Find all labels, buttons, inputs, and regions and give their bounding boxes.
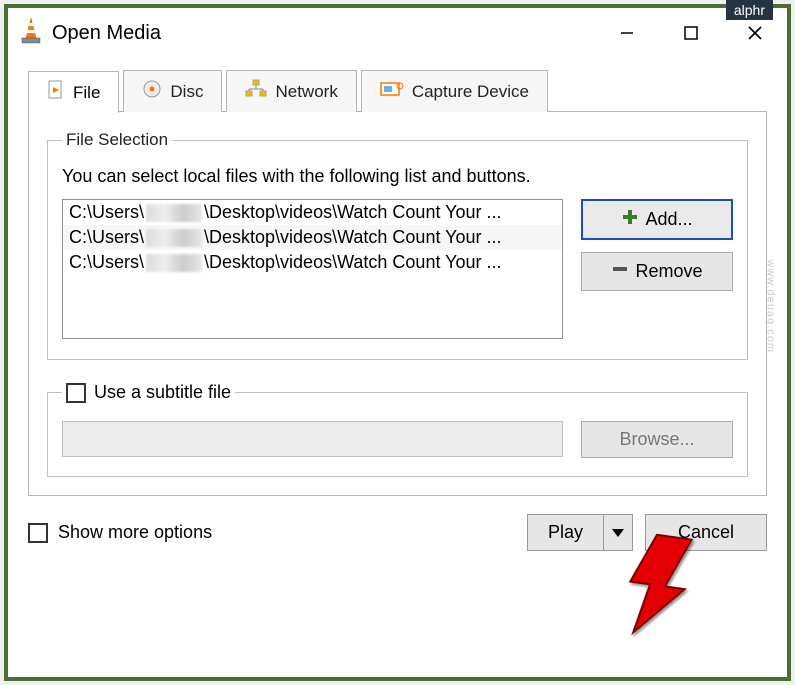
subtitle-path-input bbox=[62, 421, 563, 457]
file-list[interactable]: C:\Users\\Desktop\videos\Watch Count You… bbox=[62, 199, 563, 339]
show-more-label: Show more options bbox=[58, 522, 212, 543]
annotation-arrow bbox=[610, 530, 700, 644]
titlebar: Open Media bbox=[8, 8, 787, 58]
watermark: www.deuaq.com bbox=[765, 259, 777, 353]
minimize-button[interactable] bbox=[595, 25, 659, 41]
file-selection-hint: You can select local files with the foll… bbox=[62, 166, 733, 187]
subtitle-checkbox[interactable] bbox=[66, 383, 86, 403]
tab-network[interactable]: Network bbox=[226, 70, 356, 112]
tab-capture[interactable]: Capture Device bbox=[361, 70, 548, 112]
subtitle-group: Use a subtitle file Browse... bbox=[47, 382, 748, 477]
remove-button[interactable]: Remove bbox=[581, 252, 733, 291]
show-more-checkbox[interactable] bbox=[28, 523, 48, 543]
list-item[interactable]: C:\Users\\Desktop\videos\Watch Count You… bbox=[63, 250, 562, 275]
redacted-username bbox=[146, 229, 202, 247]
capture-device-icon bbox=[380, 80, 404, 103]
list-item[interactable]: C:\Users\\Desktop\videos\Watch Count You… bbox=[63, 200, 562, 225]
tab-disc[interactable]: Disc bbox=[123, 70, 222, 112]
file-selection-legend: File Selection bbox=[62, 130, 172, 150]
alphr-badge: alphr bbox=[726, 0, 773, 20]
tab-label: File bbox=[73, 83, 100, 103]
file-selection-group: File Selection You can select local file… bbox=[47, 130, 748, 360]
network-icon bbox=[245, 79, 267, 104]
disc-icon bbox=[142, 79, 162, 104]
remove-label: Remove bbox=[635, 261, 702, 282]
tab-label: Capture Device bbox=[412, 82, 529, 102]
file-icon bbox=[47, 80, 65, 105]
tab-bar: File Disc Network Capture Device bbox=[28, 70, 767, 112]
plus-icon bbox=[621, 208, 639, 231]
tab-panel: File Selection You can select local file… bbox=[28, 111, 767, 496]
subtitle-legend: Use a subtitle file bbox=[94, 382, 231, 403]
vlc-cone-icon bbox=[18, 16, 44, 50]
tab-file[interactable]: File bbox=[28, 71, 119, 113]
add-button[interactable]: Add... bbox=[581, 199, 733, 240]
browse-button: Browse... bbox=[581, 421, 733, 458]
close-button[interactable] bbox=[723, 24, 787, 42]
window-title: Open Media bbox=[52, 22, 161, 45]
minus-icon bbox=[611, 260, 629, 283]
add-label: Add... bbox=[645, 209, 692, 230]
redacted-username bbox=[146, 204, 202, 222]
tab-label: Disc bbox=[170, 82, 203, 102]
browse-label: Browse... bbox=[619, 429, 694, 450]
maximize-button[interactable] bbox=[659, 25, 723, 41]
list-item[interactable]: C:\Users\\Desktop\videos\Watch Count You… bbox=[63, 225, 562, 250]
redacted-username bbox=[146, 254, 202, 272]
tab-label: Network bbox=[275, 82, 337, 102]
play-button[interactable]: Play bbox=[528, 515, 604, 550]
